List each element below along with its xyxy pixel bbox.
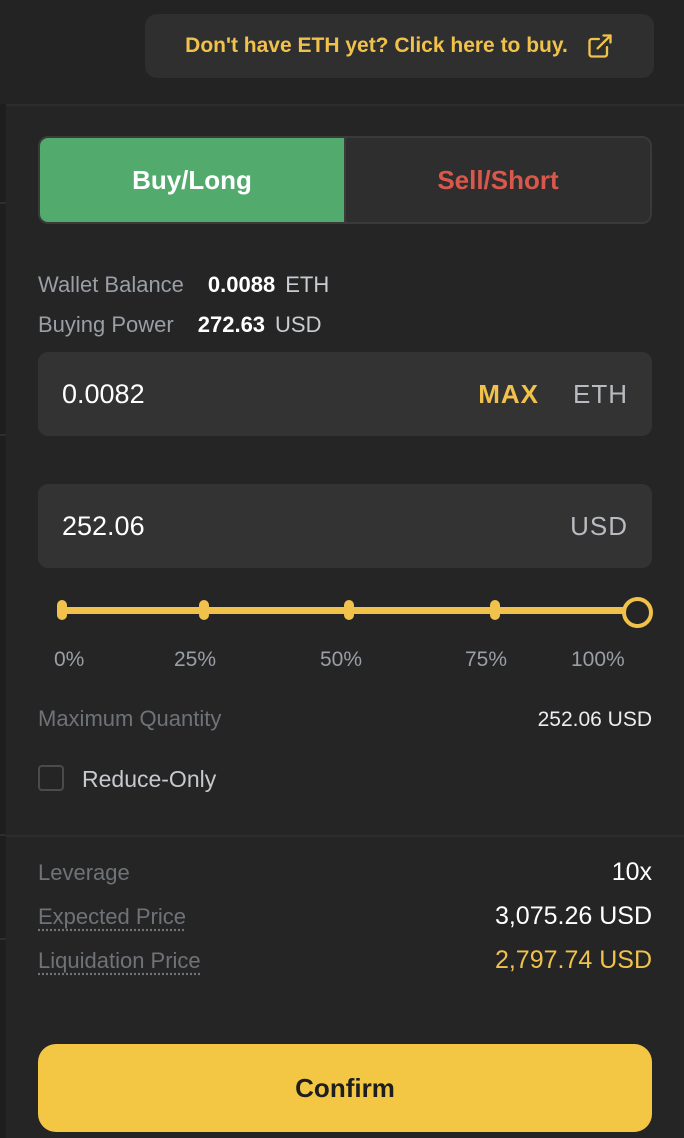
reduce-only-checkbox[interactable]	[38, 765, 64, 791]
slider-stop-50[interactable]	[344, 600, 354, 620]
max-quantity-row: Maximum Quantity 252.06 USD	[38, 706, 652, 732]
slider-tick-labels: 0% 25% 50% 75% 100%	[0, 648, 684, 678]
wallet-balance-label: Wallet Balance	[38, 272, 184, 297]
buy-eth-link-label: Don't have ETH yet? Click here to buy.	[185, 34, 568, 57]
liquidation-price-label[interactable]: Liquidation Price	[38, 948, 201, 974]
external-link-icon	[588, 34, 612, 58]
max-quantity-value: 252.06 USD	[537, 708, 652, 731]
eth-amount-input[interactable]: 0.0082	[62, 379, 478, 410]
leverage-value: 10x	[611, 858, 652, 886]
wallet-balance-value: 0.0088	[207, 272, 276, 297]
max-button[interactable]: MAX	[478, 379, 539, 410]
tick-label-25[interactable]: 25%	[174, 648, 216, 672]
expected-price-value: 3,075.26 USD	[494, 902, 652, 930]
side-tabs: Buy/Long Sell/Short	[38, 136, 652, 224]
buying-power-label: Buying Power	[38, 312, 174, 337]
usd-unit-label: USD	[570, 510, 628, 541]
slider-stop-75[interactable]	[490, 600, 500, 620]
slider-stop-25[interactable]	[199, 600, 209, 620]
quantity-slider[interactable]	[54, 596, 653, 628]
tick-label-0[interactable]: 0%	[54, 648, 84, 672]
leverage-row: Leverage 10x	[38, 858, 652, 887]
liquidation-price-row: Liquidation Price 2,797.74 USD	[38, 946, 652, 975]
buy-eth-link[interactable]: Don't have ETH yet? Click here to buy.	[145, 14, 654, 78]
tick-label-75[interactable]: 75%	[465, 648, 507, 672]
usd-amount-input[interactable]: 252.06	[62, 511, 570, 542]
tab-sell-short[interactable]: Sell/Short	[344, 138, 650, 222]
confirm-button[interactable]: Confirm	[38, 1044, 652, 1132]
wallet-balance-row: Wallet Balance 0.0088 ETH	[38, 272, 329, 298]
leverage-label: Leverage	[38, 860, 130, 885]
wallet-balance-unit: ETH	[285, 272, 330, 297]
buying-power-row: Buying Power 272.63 USD	[38, 312, 322, 338]
buying-power-unit: USD	[275, 312, 322, 337]
tab-buy-long[interactable]: Buy/Long	[40, 138, 344, 222]
divider	[6, 835, 684, 837]
expected-price-label[interactable]: Expected Price	[38, 904, 186, 930]
eth-amount-field[interactable]: 0.0082 MAX ETH	[38, 352, 652, 436]
expected-price-row: Expected Price 3,075.26 USD	[38, 902, 652, 931]
max-quantity-label: Maximum Quantity	[38, 706, 222, 731]
slider-stop-0[interactable]	[57, 600, 67, 620]
slider-handle[interactable]	[622, 597, 653, 628]
buying-power-value: 272.63	[197, 312, 266, 337]
usd-amount-field[interactable]: 252.06 USD	[38, 484, 652, 568]
reduce-only-label[interactable]: Reduce-Only	[82, 766, 216, 793]
tick-label-100[interactable]: 100%	[571, 648, 625, 672]
tick-label-50[interactable]: 50%	[320, 648, 362, 672]
eth-unit-label: ETH	[573, 378, 628, 409]
liquidation-price-value: 2,797.74 USD	[494, 946, 652, 974]
